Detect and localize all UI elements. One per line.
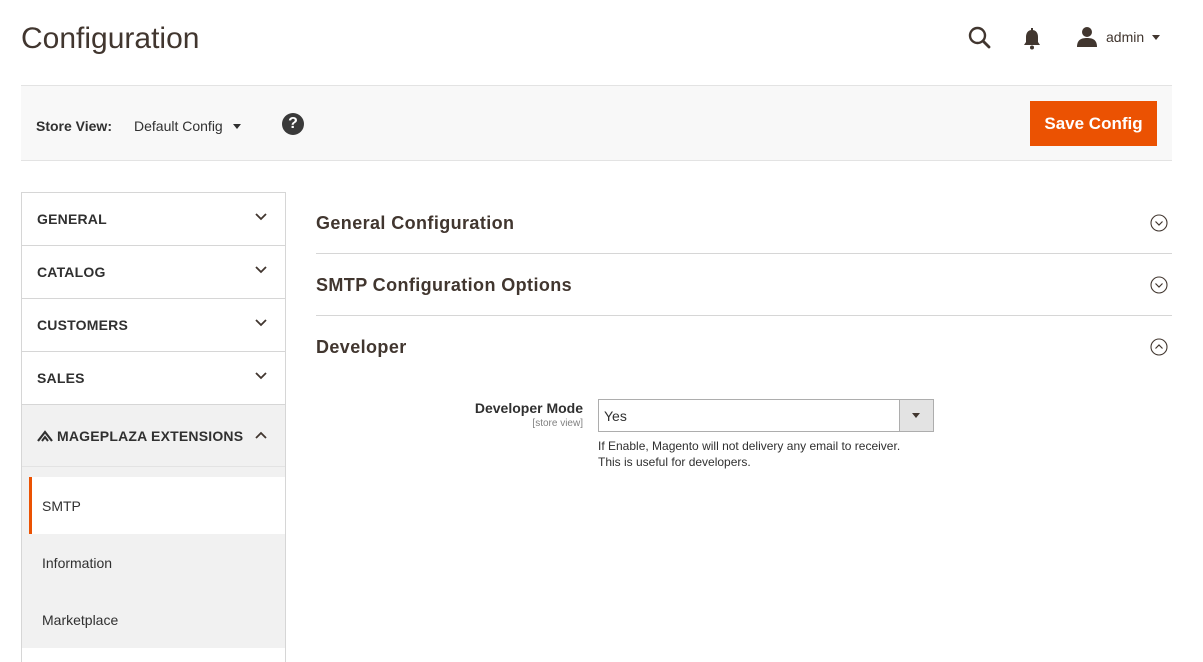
sidebar-item-label: SMTP bbox=[42, 497, 81, 514]
section-smtp-configuration-options[interactable]: SMTP Configuration Options bbox=[316, 254, 1172, 316]
sidebar-tab-customers[interactable]: CUSTOMERS bbox=[22, 299, 285, 352]
note-line: This is useful for developers. bbox=[598, 455, 751, 469]
admin-user-menu[interactable]: admin bbox=[1076, 25, 1161, 49]
developer-mode-value: Yes bbox=[604, 408, 627, 424]
sidebar-item-information[interactable]: Information bbox=[22, 534, 285, 591]
developer-mode-label: Developer Mode bbox=[474, 400, 583, 416]
note-line: If Enable, Magento will not delivery any… bbox=[598, 439, 901, 453]
chevron-down-icon bbox=[255, 213, 267, 221]
sidebar-subitems: SMTP Information Marketplace bbox=[22, 467, 285, 648]
chevron-down-icon bbox=[255, 319, 267, 327]
section-title: General Configuration bbox=[316, 213, 515, 233]
sidebar-tab-sales[interactable]: SALES bbox=[22, 352, 285, 405]
mageplaza-logo-icon bbox=[37, 429, 53, 442]
sidebar-tab-label: MAGEPLAZA EXTENSIONS bbox=[57, 427, 244, 444]
section-title: SMTP Configuration Options bbox=[316, 275, 573, 295]
developer-mode-select[interactable]: Yes bbox=[598, 399, 934, 432]
collapse-circle-icon bbox=[1150, 338, 1168, 356]
sidebar-tab-label: GENERAL bbox=[37, 211, 107, 227]
sidebar-item-label: Information bbox=[42, 554, 113, 571]
store-view-bar: Store View: Default Config ? Save Config bbox=[21, 85, 1172, 161]
section-general-configuration[interactable]: General Configuration bbox=[316, 192, 1172, 254]
chevron-up-icon bbox=[255, 431, 267, 439]
store-view-value: Default Config bbox=[134, 118, 223, 134]
sidebar-tab-label: CUSTOMERS bbox=[37, 317, 128, 333]
page-title: Configuration bbox=[21, 22, 200, 55]
user-name: admin bbox=[1106, 29, 1145, 45]
help-icon[interactable]: ? bbox=[282, 113, 304, 135]
chevron-down-icon bbox=[232, 123, 241, 129]
sidebar-tab-general[interactable]: GENERAL bbox=[22, 193, 285, 246]
config-main: General Configuration SMTP Configuration… bbox=[316, 192, 1172, 378]
sidebar-item-marketplace[interactable]: Marketplace bbox=[22, 591, 285, 648]
sidebar-item-label: Marketplace bbox=[42, 611, 119, 628]
sidebar-tab-label: CATALOG bbox=[37, 264, 106, 280]
developer-mode-scope: [store view] bbox=[532, 418, 583, 429]
chevron-down-icon bbox=[255, 266, 267, 274]
sidebar-tab-mageplaza-extensions[interactable]: MAGEPLAZA EXTENSIONS bbox=[22, 405, 285, 467]
sidebar-item-smtp[interactable]: SMTP bbox=[29, 477, 285, 534]
save-config-button[interactable]: Save Config bbox=[1030, 101, 1157, 146]
sidebar-tab-label: SALES bbox=[37, 370, 85, 386]
notifications-bell-icon[interactable] bbox=[1021, 27, 1043, 51]
section-developer[interactable]: Developer bbox=[316, 316, 1172, 378]
section-title: Developer bbox=[316, 337, 407, 357]
user-icon bbox=[1077, 27, 1097, 47]
store-view-switcher[interactable]: Default Config bbox=[134, 118, 241, 134]
chevron-down-icon bbox=[1152, 34, 1161, 40]
expand-circle-icon bbox=[1150, 276, 1168, 294]
config-sidebar: GENERAL CATALOG CUSTOMERS SALES MAGEPLAZ… bbox=[21, 192, 286, 662]
chevron-down-icon bbox=[255, 372, 267, 380]
store-view-label: Store View: bbox=[36, 118, 112, 134]
select-arrow[interactable] bbox=[899, 400, 933, 431]
chevron-down-icon bbox=[912, 413, 920, 418]
search-icon[interactable] bbox=[967, 25, 993, 51]
expand-circle-icon bbox=[1150, 214, 1168, 232]
sidebar-tab-catalog[interactable]: CATALOG bbox=[22, 246, 285, 299]
developer-mode-note: If Enable, Magento will not delivery any… bbox=[598, 438, 938, 470]
